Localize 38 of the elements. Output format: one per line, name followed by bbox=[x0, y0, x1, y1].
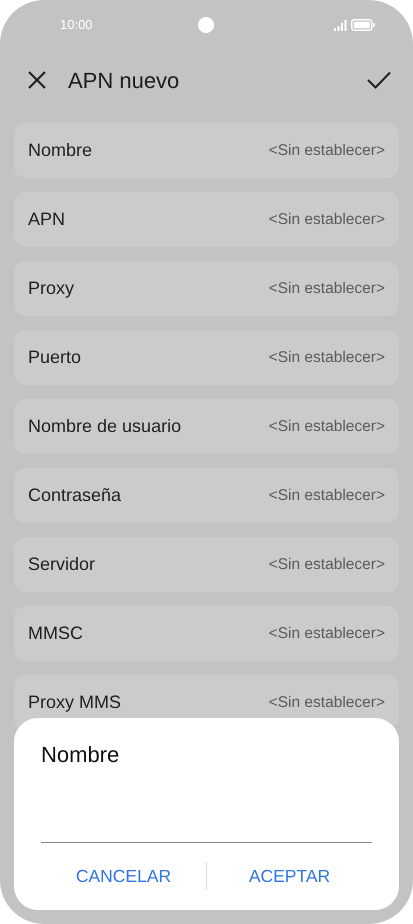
dialog-title: Nombre bbox=[41, 741, 120, 769]
cancel-button[interactable]: CANCELAR bbox=[41, 855, 206, 898]
row-value: <Sin establecer> bbox=[268, 348, 385, 368]
row-value: <Sin establecer> bbox=[268, 140, 385, 161]
status-time: 10:00 bbox=[60, 16, 93, 34]
close-button[interactable] bbox=[28, 71, 46, 89]
row-value: <Sin establecer> bbox=[268, 416, 385, 437]
row-value: <Sin establecer> bbox=[268, 210, 385, 230]
row-label: Proxy bbox=[28, 277, 74, 300]
close-icon bbox=[28, 71, 46, 89]
row-label: Proxy MMS bbox=[28, 691, 122, 714]
row-value: <Sin establecer> bbox=[268, 486, 385, 506]
settings-row[interactable]: Proxy <Sin establecer> bbox=[14, 261, 399, 316]
row-label: Servidor bbox=[28, 553, 96, 576]
settings-row[interactable]: APN <Sin establecer> bbox=[14, 192, 399, 247]
row-value: <Sin establecer> bbox=[268, 692, 385, 713]
settings-row[interactable]: Contraseña <Sin establecer> bbox=[14, 468, 399, 523]
settings-row[interactable]: Nombre de usuario <Sin establecer> bbox=[14, 399, 399, 454]
row-label: Puerto bbox=[28, 346, 82, 369]
check-icon bbox=[367, 71, 391, 89]
row-label: Nombre bbox=[28, 139, 92, 162]
screen-title: APN nuevo bbox=[68, 66, 180, 94]
row-label: APN bbox=[28, 208, 66, 231]
battery-icon bbox=[351, 19, 375, 31]
row-label: Contraseña bbox=[28, 484, 122, 507]
settings-row[interactable]: MMSC <Sin establecer> bbox=[14, 606, 399, 661]
camera-cutout bbox=[198, 17, 214, 33]
accept-button[interactable]: ACEPTAR bbox=[207, 855, 372, 898]
row-value: <Sin establecer> bbox=[268, 624, 385, 644]
settings-row[interactable]: Puerto <Sin establecer> bbox=[14, 330, 399, 385]
signal-icon bbox=[334, 20, 347, 30]
row-label: Nombre de usuario bbox=[28, 415, 182, 438]
confirm-button[interactable] bbox=[367, 71, 391, 89]
row-value: <Sin establecer> bbox=[268, 278, 385, 299]
settings-row[interactable]: Nombre <Sin establecer> bbox=[14, 123, 399, 178]
settings-row[interactable]: Servidor <Sin establecer> bbox=[14, 537, 399, 592]
row-value: <Sin establecer> bbox=[268, 554, 385, 575]
row-label: MMSC bbox=[28, 622, 83, 645]
